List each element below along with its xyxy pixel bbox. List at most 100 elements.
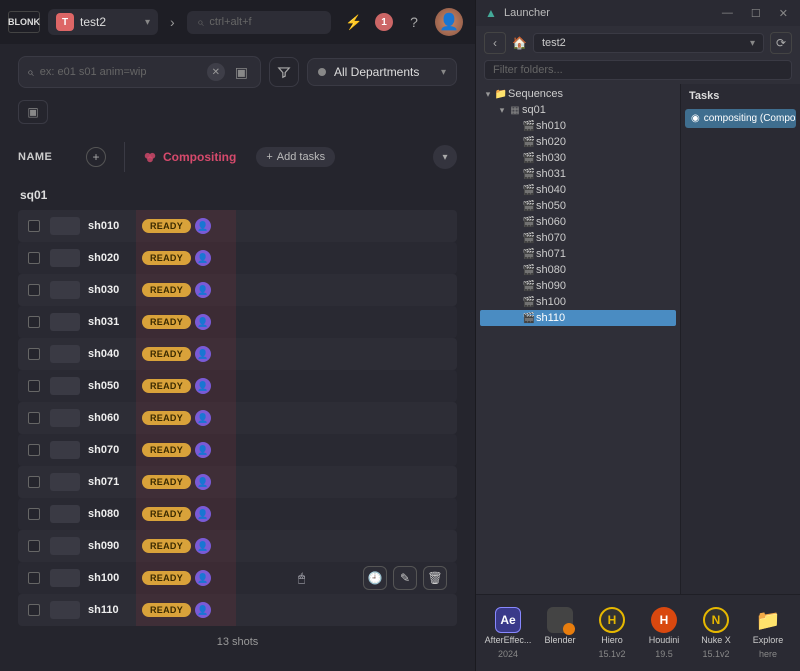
filter-folders-input[interactable]: Filter folders... [484,60,792,80]
shot-row-sh110[interactable]: sh110 READY 👤 🖱 🕘 ✎ 🗑 [18,594,457,626]
shot-thumbnail[interactable] [50,249,80,267]
help-icon[interactable]: ? [403,11,425,33]
assignee-avatar[interactable]: 👤 [195,442,211,458]
shot-thumbnail[interactable] [50,281,80,299]
assignee-avatar[interactable]: 👤 [195,474,211,490]
shot-thumbnail[interactable] [50,313,80,331]
status-cell[interactable]: READY 👤 [136,562,236,594]
shot-checkbox[interactable] [28,284,40,296]
shot-checkbox[interactable] [28,508,40,520]
tree-node-sh090[interactable]: 🎬 sh090 [480,278,676,294]
edit-button[interactable]: ✎ [393,566,417,590]
shot-row-sh010[interactable]: sh010 READY 👤 🖱 🕘 ✎ 🗑 [18,210,457,242]
shot-checkbox[interactable] [28,252,40,264]
tree-node-sh030[interactable]: 🎬 sh030 [480,150,676,166]
shot-row-sh080[interactable]: sh080 READY 👤 🖱 🕘 ✎ 🗑 [18,498,457,530]
shot-row-sh071[interactable]: sh071 READY 👤 🖱 🕘 ✎ 🗑 [18,466,457,498]
app-houdini[interactable]: H Houdini 19.5 [639,607,689,659]
shot-checkbox[interactable] [28,540,40,552]
compositing-column-header[interactable]: Compositing [143,150,236,164]
tree-node-sh100[interactable]: 🎬 sh100 [480,294,676,310]
user-avatar[interactable]: 👤 [435,8,463,36]
shot-thumbnail[interactable] [50,505,80,523]
filter-button[interactable] [269,57,299,87]
delete-button[interactable]: 🗑 [423,566,447,590]
assignee-avatar[interactable]: 👤 [195,218,211,234]
app-nuke-x[interactable]: N Nuke X 15.1v2 [691,607,741,659]
global-search[interactable]: ⌕ ctrl+alt+f [187,11,331,34]
status-cell[interactable]: READY 👤 [136,210,236,242]
breadcrumb-path[interactable]: test2 ▾ [533,33,764,53]
shot-row-sh100[interactable]: sh100 READY 👤 🖱 🕘 ✎ 🗑 [18,562,457,594]
save-filter-icon[interactable]: ▣ [231,64,252,81]
shot-checkbox[interactable] [28,604,40,616]
shot-thumbnail[interactable] [50,601,80,619]
tree-node-sh050[interactable]: 🎬 sh050 [480,198,676,214]
shot-checkbox[interactable] [28,572,40,584]
shot-thumbnail[interactable] [50,377,80,395]
maximize-button[interactable]: ☐ [747,7,765,20]
assignee-avatar[interactable]: 👤 [195,538,211,554]
close-button[interactable]: ✕ [775,7,792,20]
shot-thumbnail[interactable] [50,409,80,427]
refresh-button[interactable]: ⟳ [770,32,792,54]
home-icon[interactable]: 🏠 [512,36,527,50]
expand-columns-button[interactable]: ▾ [433,145,457,169]
shot-checkbox[interactable] [28,380,40,392]
tree-toggle-icon[interactable]: ▾ [482,89,494,100]
shot-row-sh070[interactable]: sh070 READY 👤 🖱 🕘 ✎ 🗑 [18,434,457,466]
task-item-compositing[interactable]: ◉ compositing (Composi... [685,109,796,128]
clear-filter-button[interactable]: ✕ [207,63,225,81]
shot-thumbnail[interactable] [50,441,80,459]
assignee-avatar[interactable]: 👤 [195,314,211,330]
project-selector[interactable]: T test2 ▾ [48,9,158,35]
assignee-avatar[interactable]: 👤 [195,346,211,362]
add-shot-button[interactable]: + [86,147,106,167]
status-cell[interactable]: READY 👤 [136,530,236,562]
assignee-avatar[interactable]: 👤 [195,506,211,522]
status-cell[interactable]: READY 👤 [136,274,236,306]
shot-row-sh031[interactable]: sh031 READY 👤 🖱 🕘 ✎ 🗑 [18,306,457,338]
shot-checkbox[interactable] [28,316,40,328]
status-cell[interactable]: READY 👤 [136,306,236,338]
tree-node-sh031[interactable]: 🎬 sh031 [480,166,676,182]
shot-row-sh040[interactable]: sh040 READY 👤 🖱 🕘 ✎ 🗑 [18,338,457,370]
assignee-avatar[interactable]: 👤 [195,570,211,586]
shot-row-sh030[interactable]: sh030 READY 👤 🖱 🕘 ✎ 🗑 [18,274,457,306]
tree-node-sh010[interactable]: 🎬 sh010 [480,118,676,134]
status-cell[interactable]: READY 👤 [136,434,236,466]
tree-node-sh071[interactable]: 🎬 sh071 [480,246,676,262]
status-cell[interactable]: READY 👤 [136,498,236,530]
shot-checkbox[interactable] [28,348,40,360]
tree-node-sq01[interactable]: ▾ ▦ sq01 [480,102,676,118]
tree-node-sh110[interactable]: 🎬 sh110 [480,310,676,326]
tree-node-sh040[interactable]: 🎬 sh040 [480,182,676,198]
notification-badge[interactable]: 1 [375,13,393,31]
status-cell[interactable]: READY 👤 [136,338,236,370]
tree-node-Sequences[interactable]: ▾ 📁 Sequences [480,86,676,102]
app-logo[interactable]: BLONK [8,11,40,33]
assignee-avatar[interactable]: 👤 [195,602,211,618]
minimize-button[interactable]: — [718,7,737,20]
shot-checkbox[interactable] [28,476,40,488]
shot-row-sh090[interactable]: sh090 READY 👤 🖱 🕘 ✎ 🗑 [18,530,457,562]
tree-node-sh060[interactable]: 🎬 sh060 [480,214,676,230]
tree-node-sh020[interactable]: 🎬 sh020 [480,134,676,150]
shot-row-sh020[interactable]: sh020 READY 👤 🖱 🕘 ✎ 🗑 [18,242,457,274]
shot-row-sh060[interactable]: sh060 READY 👤 🖱 🕘 ✎ 🗑 [18,402,457,434]
shot-thumbnail[interactable] [50,345,80,363]
shot-checkbox[interactable] [28,444,40,456]
assignee-avatar[interactable]: 👤 [195,282,211,298]
nav-forward-icon[interactable]: › [166,10,179,34]
tree-node-sh080[interactable]: 🎬 sh080 [480,262,676,278]
assignee-avatar[interactable]: 👤 [195,250,211,266]
add-tasks-button[interactable]: + Add tasks [256,147,335,167]
shot-checkbox[interactable] [28,220,40,232]
status-cell[interactable]: READY 👤 [136,402,236,434]
shot-thumbnail[interactable] [50,473,80,491]
status-cell[interactable]: READY 👤 [136,466,236,498]
shot-thumbnail[interactable] [50,537,80,555]
status-cell[interactable]: READY 👤 [136,370,236,402]
app-hiero[interactable]: H Hiero 15.1v2 [587,607,637,659]
app-aftereffec-[interactable]: Ae AfterEffec... 2024 [483,607,533,659]
